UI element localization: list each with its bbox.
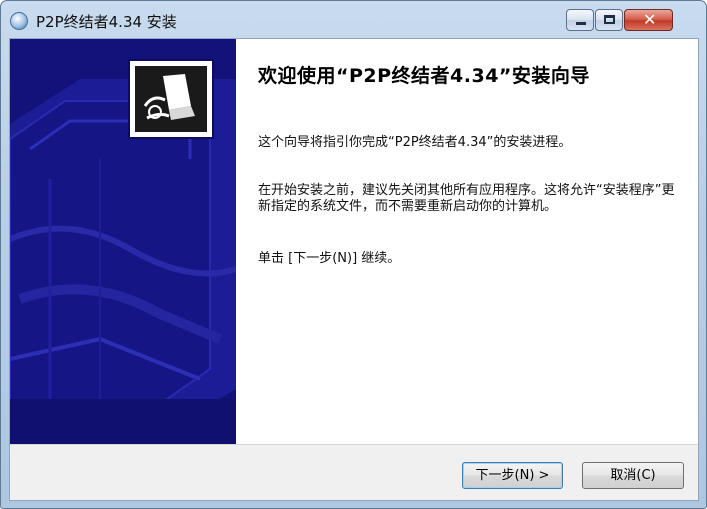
close-button[interactable]: ✕ — [624, 9, 673, 31]
welcome-panel: 欢迎使用“P2P终结者4.34”安装向导 这个向导将指引你完成“P2P终结者4.… — [236, 39, 698, 444]
maximize-icon — [604, 15, 615, 24]
window-title: P2P终结者4.34 安装 — [36, 13, 177, 31]
continue-instruction: 单击 [下一步(N)] 继续。 — [258, 251, 401, 266]
installer-logo-icon — [128, 59, 214, 139]
next-button[interactable]: 下一步(N) > — [462, 462, 563, 489]
wizard-button-bar: 下一步(N) > 取消(C) — [10, 444, 698, 500]
advice-paragraph: 在开始安装之前，建议先关闭其他所有应用程序。这将允许“安装程序”更新指定的系统文… — [258, 183, 675, 214]
welcome-heading: 欢迎使用“P2P终结者4.34”安装向导 — [258, 65, 590, 87]
wizard-banner-image — [10, 39, 236, 444]
minimize-icon — [576, 22, 586, 25]
wizard-client-area: 欢迎使用“P2P终结者4.34”安装向导 这个向导将指引你完成“P2P终结者4.… — [9, 38, 699, 501]
logo-background — [135, 66, 207, 132]
intro-paragraph: 这个向导将指引你完成“P2P终结者4.34”的安装进程。 — [258, 135, 572, 150]
title-bar[interactable]: P2P终结者4.34 安装 ✕ — [1, 1, 706, 37]
cancel-button[interactable]: 取消(C) — [582, 462, 684, 489]
close-icon: ✕ — [643, 10, 657, 29]
maximize-button[interactable] — [595, 9, 623, 31]
installer-window: P2P终结者4.34 安装 ✕ 欢迎使用“P2P终结者4.34”安装向导 这个向… — [0, 0, 707, 509]
minimize-button[interactable] — [566, 9, 594, 31]
installer-globe-icon — [10, 12, 28, 30]
logo-graphic — [135, 66, 207, 132]
